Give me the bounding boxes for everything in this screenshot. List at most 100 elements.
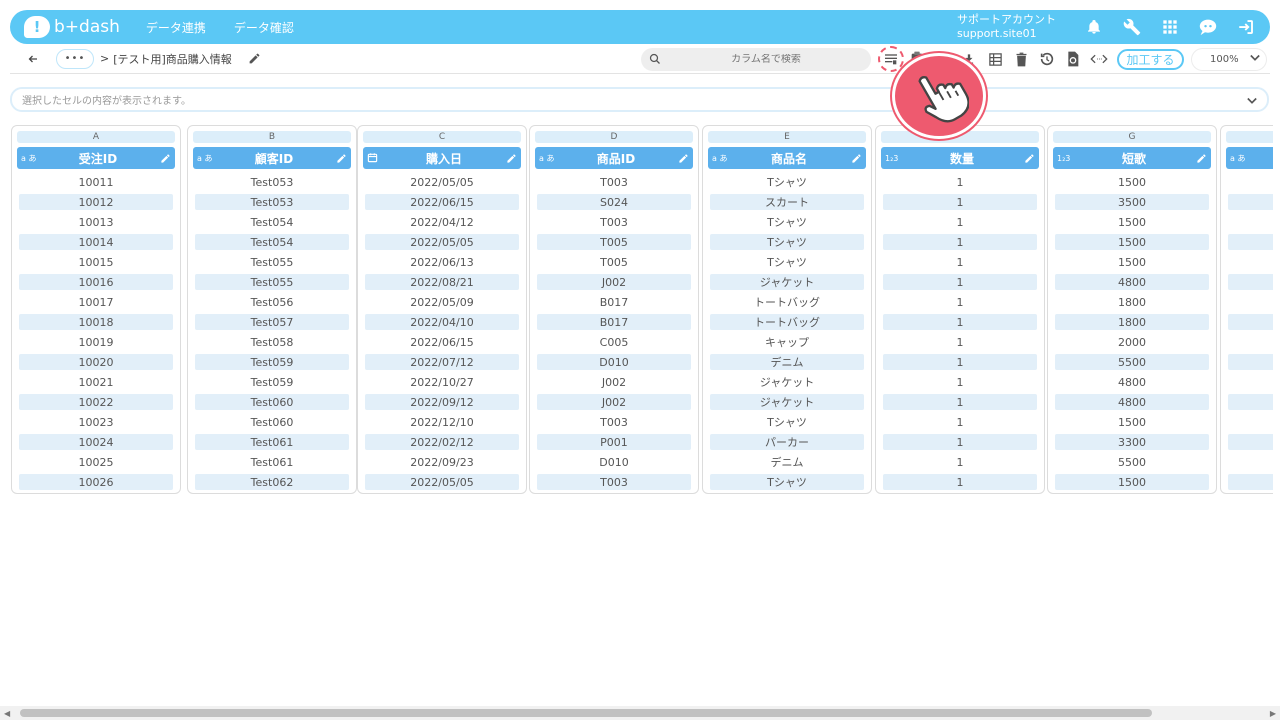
table-cell[interactable]: 10017 (19, 292, 173, 312)
table-cell[interactable] (1228, 212, 1273, 232)
column-header[interactable]: 1₂3 短歌 (1053, 147, 1211, 169)
table-cell[interactable]: Test055 (195, 252, 349, 272)
table-cell[interactable]: 10023 (19, 412, 173, 432)
table-cell[interactable]: 10016 (19, 274, 173, 290)
account-info[interactable]: サポートアカウント support.site01 (957, 13, 1056, 41)
table-cell[interactable]: 4800 (1055, 372, 1209, 392)
table-cell[interactable]: Test061 (195, 452, 349, 472)
cell-content-display[interactable]: 選択したセルの内容が表示されます。 (10, 87, 1269, 112)
table-cell[interactable]: 1500 (1055, 172, 1209, 192)
table-cell[interactable]: 1 (883, 354, 1037, 370)
table-cell[interactable]: 1 (883, 412, 1037, 432)
table-cell[interactable]: 4800 (1055, 394, 1209, 410)
table-cell[interactable]: 1 (883, 394, 1037, 410)
table-cell[interactable]: Tシャツ (710, 252, 864, 272)
trash-icon[interactable] (1012, 50, 1030, 68)
table-cell[interactable]: 2022/04/10 (365, 314, 519, 330)
table-cell[interactable]: Test056 (195, 292, 349, 312)
table-cell[interactable]: 1 (883, 452, 1037, 472)
table-cell[interactable]: キャップ (710, 332, 864, 352)
column-letter[interactable]: D (535, 131, 693, 143)
table-cell[interactable]: Test053 (195, 194, 349, 210)
table-cell[interactable]: 10019 (19, 332, 173, 352)
table-cell[interactable]: Tシャツ (710, 212, 864, 232)
file-refresh-icon[interactable] (1064, 50, 1082, 68)
table-cell[interactable]: 1 (883, 274, 1037, 290)
table-cell[interactable]: ジャケット (710, 372, 864, 392)
table-cell[interactable]: 1 (883, 434, 1037, 450)
table-cell[interactable]: 2022/09/12 (365, 394, 519, 410)
table-cell[interactable]: デニム (710, 354, 864, 370)
table-cell[interactable]: 1500 (1055, 412, 1209, 432)
table-cell[interactable]: 1 (883, 314, 1037, 330)
table-cell[interactable]: 1500 (1055, 234, 1209, 250)
column-header[interactable]: 購入日 (363, 147, 521, 169)
table-cell[interactable]: Tシャツ (710, 412, 864, 432)
column-letter[interactable]: B (193, 131, 351, 143)
column-header[interactable]: a あ 商品ID (535, 147, 693, 169)
table-cell[interactable]: Test054 (195, 212, 349, 232)
table-cell[interactable]: 5500 (1055, 452, 1209, 472)
edit-column-pencil-icon[interactable] (677, 153, 689, 164)
table-cell[interactable]: Test053 (195, 172, 349, 192)
table-cell[interactable]: 2022/06/15 (365, 194, 519, 210)
table-cell[interactable]: 1 (883, 194, 1037, 210)
table-cell[interactable]: T005 (537, 234, 691, 250)
table-cell[interactable]: 10020 (19, 354, 173, 370)
table-cell[interactable]: ジャケット (710, 394, 864, 410)
edit-column-pencil-icon[interactable] (1195, 153, 1207, 164)
table-cell[interactable]: 10024 (19, 434, 173, 450)
table-cell[interactable] (1228, 274, 1273, 290)
table-cell[interactable]: P001 (537, 434, 691, 450)
table-cell[interactable]: S024 (537, 194, 691, 210)
table-cell[interactable]: T003 (537, 474, 691, 490)
table-cell[interactable]: 2022/05/05 (365, 172, 519, 192)
table-cell[interactable]: 1 (883, 474, 1037, 490)
table-cell[interactable]: 2022/06/13 (365, 252, 519, 272)
table-cell[interactable]: 1 (883, 252, 1037, 272)
table-cell[interactable]: 10015 (19, 252, 173, 272)
table-cell[interactable]: T003 (537, 412, 691, 432)
scroll-right-icon[interactable]: ▶ (1270, 709, 1276, 718)
table-cell[interactable]: 2022/05/09 (365, 292, 519, 312)
column-letter[interactable]: C (363, 131, 521, 143)
scroll-left-icon[interactable]: ◀ (4, 709, 10, 718)
code-icon[interactable] (1090, 50, 1108, 68)
table-cell[interactable]: 1500 (1055, 474, 1209, 490)
table-view-icon[interactable] (986, 50, 1004, 68)
table-cell[interactable]: C005 (537, 332, 691, 352)
back-arrow-icon[interactable] (26, 52, 40, 66)
column-header[interactable]: a あ (1226, 147, 1273, 169)
logo[interactable]: ! b+dash (24, 16, 120, 38)
history-icon[interactable] (1038, 50, 1056, 68)
edit-column-pencil-icon[interactable] (505, 153, 517, 164)
table-cell[interactable]: 1 (883, 234, 1037, 250)
table-cell[interactable]: 1500 (1055, 252, 1209, 272)
table-cell[interactable]: トートバッグ (710, 314, 864, 330)
table-cell[interactable]: 1 (883, 332, 1037, 352)
edit-column-pencil-icon[interactable] (159, 153, 171, 164)
edit-column-pencil-icon[interactable] (850, 153, 862, 164)
table-cell[interactable]: Test058 (195, 332, 349, 352)
edit-title-pencil-icon[interactable] (248, 52, 261, 65)
table-cell[interactable]: Tシャツ (710, 474, 864, 490)
table-cell[interactable] (1228, 474, 1273, 490)
table-cell[interactable]: 5500 (1055, 354, 1209, 370)
table-cell[interactable]: J002 (537, 274, 691, 290)
table-cell[interactable]: 1 (883, 292, 1037, 312)
table-cell[interactable]: 2022/10/27 (365, 372, 519, 392)
table-cell[interactable]: J002 (537, 372, 691, 392)
table-cell[interactable] (1228, 394, 1273, 410)
table-cell[interactable] (1228, 354, 1273, 370)
column-list-icon[interactable] (878, 46, 904, 72)
table-cell[interactable]: T003 (537, 172, 691, 192)
support-chat-icon[interactable] (1198, 17, 1218, 37)
table-cell[interactable]: Test060 (195, 394, 349, 410)
chevron-down-icon[interactable] (1247, 90, 1257, 109)
table-cell[interactable]: Test062 (195, 474, 349, 490)
table-cell[interactable] (1228, 172, 1273, 192)
table-cell[interactable] (1228, 372, 1273, 392)
table-cell[interactable]: 2022/08/21 (365, 274, 519, 290)
table-cell[interactable]: 10012 (19, 194, 173, 210)
table-cell[interactable]: パーカー (710, 434, 864, 450)
